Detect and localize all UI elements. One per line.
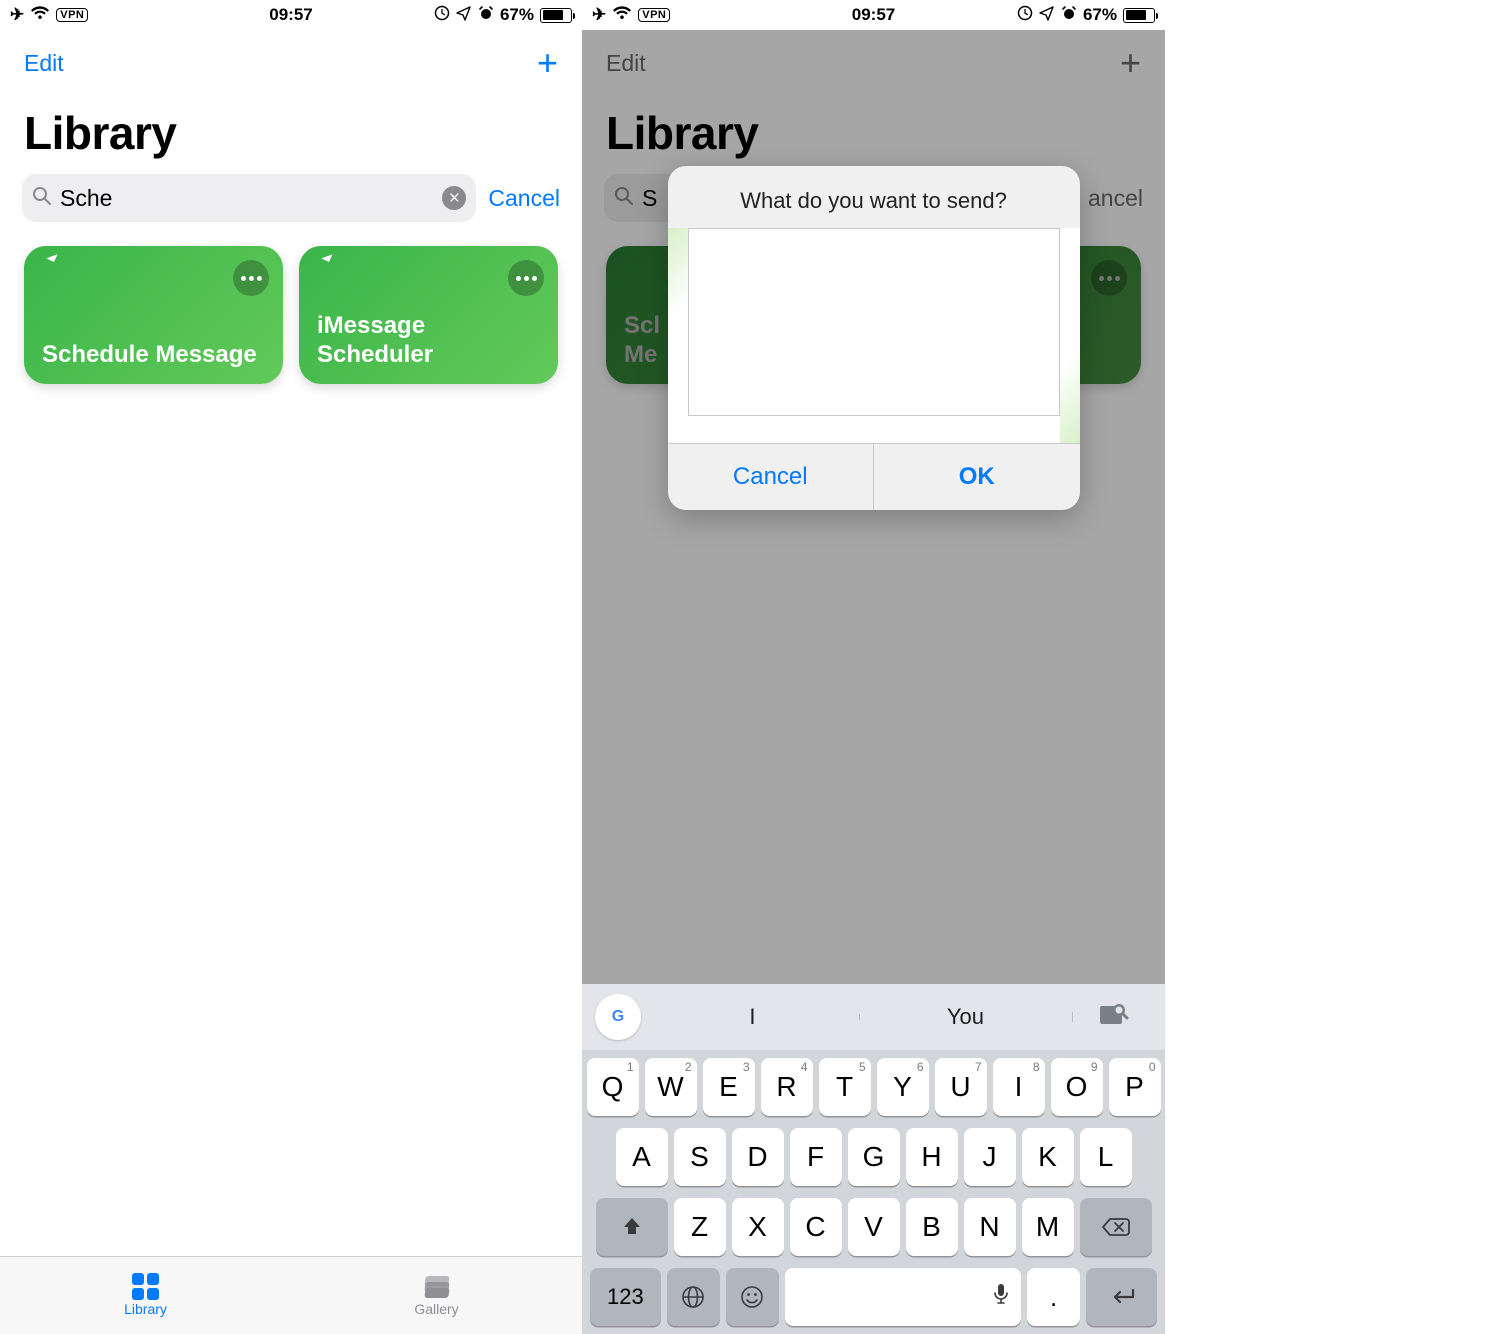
key-t[interactable]: T5 [819, 1058, 871, 1116]
key-j[interactable]: J [964, 1128, 1016, 1186]
image-search-icon[interactable] [1072, 1002, 1157, 1032]
key-p[interactable]: P0 [1109, 1058, 1161, 1116]
airplane-icon: ✈ [592, 5, 606, 25]
key-w[interactable]: W2 [645, 1058, 697, 1116]
rotation-lock-icon [434, 5, 450, 26]
key-y[interactable]: Y6 [877, 1058, 929, 1116]
key-x[interactable]: X [732, 1198, 784, 1256]
status-time: 09:57 [852, 5, 895, 25]
return-key[interactable] [1086, 1268, 1157, 1326]
more-button[interactable] [233, 260, 269, 296]
key-m[interactable]: M [1022, 1198, 1074, 1256]
vpn-badge: VPN [638, 8, 670, 22]
rotation-lock-icon [1017, 5, 1033, 26]
wifi-icon [612, 5, 632, 26]
mic-icon[interactable] [993, 1283, 1009, 1311]
suggestion[interactable]: I [646, 1004, 859, 1030]
vpn-badge: VPN [56, 8, 88, 22]
battery-icon [540, 8, 572, 23]
shortcut-card-imessage-scheduler[interactable]: iMessage Scheduler [299, 246, 558, 384]
key-b[interactable]: B [906, 1198, 958, 1256]
tab-label: Library [124, 1301, 167, 1317]
search-row: ✕ Cancel [0, 174, 582, 232]
key-d[interactable]: D [732, 1128, 784, 1186]
add-button[interactable]: + [537, 42, 558, 84]
key-a[interactable]: A [616, 1128, 668, 1186]
period-key[interactable]: . [1027, 1268, 1080, 1326]
space-key[interactable] [785, 1268, 1021, 1326]
key-k[interactable]: K [1022, 1128, 1074, 1186]
search-input[interactable] [60, 185, 434, 212]
emoji-key[interactable] [726, 1268, 779, 1326]
search-icon [32, 186, 52, 211]
key-z[interactable]: Z [674, 1198, 726, 1256]
suggestion[interactable]: You [859, 1004, 1072, 1030]
tab-gallery[interactable]: Gallery [291, 1257, 582, 1334]
key-r[interactable]: R4 [761, 1058, 813, 1116]
key-i[interactable]: I8 [993, 1058, 1045, 1116]
keyboard-suggestions: G I You [582, 984, 1165, 1050]
edit-button[interactable]: Edit [24, 50, 64, 77]
shortcut-grid: Schedule Message iMessage Scheduler [0, 232, 582, 398]
keyboard: G I You Q1W2E3R4T5Y6U7I8O9P0 ASDFGHJKL Z… [582, 984, 1165, 1334]
keyboard-row-1: Q1W2E3R4T5Y6U7I8O9P0 [586, 1058, 1161, 1116]
battery-pct: 67% [500, 5, 534, 25]
key-o[interactable]: O9 [1051, 1058, 1103, 1116]
phone-right: ✈ VPN 09:57 67% Edit + Library ancel [582, 0, 1165, 1334]
alert-ok-button[interactable]: OK [873, 444, 1080, 510]
alert-dialog: What do you want to send? Cancel OK [668, 166, 1080, 510]
location-icon [1039, 5, 1055, 26]
phone-left: ✈ VPN 09:57 67% Edit + Library [0, 0, 582, 1334]
card-title: iMessage Scheduler [317, 312, 540, 370]
alert-title: What do you want to send? [668, 166, 1080, 228]
gallery-stack-icon [422, 1275, 452, 1299]
search-cancel-button[interactable]: Cancel [488, 185, 560, 212]
wifi-icon [30, 5, 50, 26]
library-grid-icon [131, 1275, 161, 1299]
alarm-icon [1061, 5, 1077, 26]
search-box[interactable]: ✕ [22, 174, 476, 222]
keyboard-row-2: ASDFGHJKL [586, 1128, 1161, 1186]
shortcut-card-schedule-message[interactable]: Schedule Message [24, 246, 283, 384]
tab-bar: Library Gallery [0, 1256, 582, 1334]
key-l[interactable]: L [1080, 1128, 1132, 1186]
clear-icon[interactable]: ✕ [442, 186, 466, 210]
key-v[interactable]: V [848, 1198, 900, 1256]
battery-icon [1123, 8, 1155, 23]
page-title: Library [0, 84, 582, 174]
keyboard-row-3: ZXCVBNM [586, 1198, 1161, 1256]
key-h[interactable]: H [906, 1128, 958, 1186]
battery-pct: 67% [1083, 5, 1117, 25]
google-icon[interactable]: G [595, 994, 641, 1040]
status-bar: ✈ VPN 09:57 67% [582, 0, 1165, 30]
keyboard-row-bottom: 123 . [586, 1268, 1161, 1334]
tab-label: Gallery [414, 1301, 458, 1317]
status-time: 09:57 [269, 5, 312, 25]
key-u[interactable]: U7 [935, 1058, 987, 1116]
status-bar: ✈ VPN 09:57 67% [0, 0, 582, 30]
card-title: Schedule Message [42, 341, 265, 370]
alert-cancel-button[interactable]: Cancel [668, 444, 874, 510]
key-f[interactable]: F [790, 1128, 842, 1186]
airplane-icon: ✈ [10, 5, 24, 25]
shift-key[interactable] [596, 1198, 668, 1256]
alarm-icon [478, 5, 494, 26]
key-g[interactable]: G [848, 1128, 900, 1186]
location-icon [456, 5, 472, 26]
key-q[interactable]: Q1 [587, 1058, 639, 1116]
more-button[interactable] [508, 260, 544, 296]
key-n[interactable]: N [964, 1198, 1016, 1256]
alert-textarea[interactable] [688, 228, 1060, 416]
backspace-key[interactable] [1080, 1198, 1152, 1256]
key-s[interactable]: S [674, 1128, 726, 1186]
key-c[interactable]: C [790, 1198, 842, 1256]
key-e[interactable]: E3 [703, 1058, 755, 1116]
globe-key[interactable] [667, 1268, 720, 1326]
nav-bar: Edit + [0, 30, 582, 84]
numbers-key[interactable]: 123 [590, 1268, 661, 1326]
tab-library[interactable]: Library [0, 1257, 291, 1334]
